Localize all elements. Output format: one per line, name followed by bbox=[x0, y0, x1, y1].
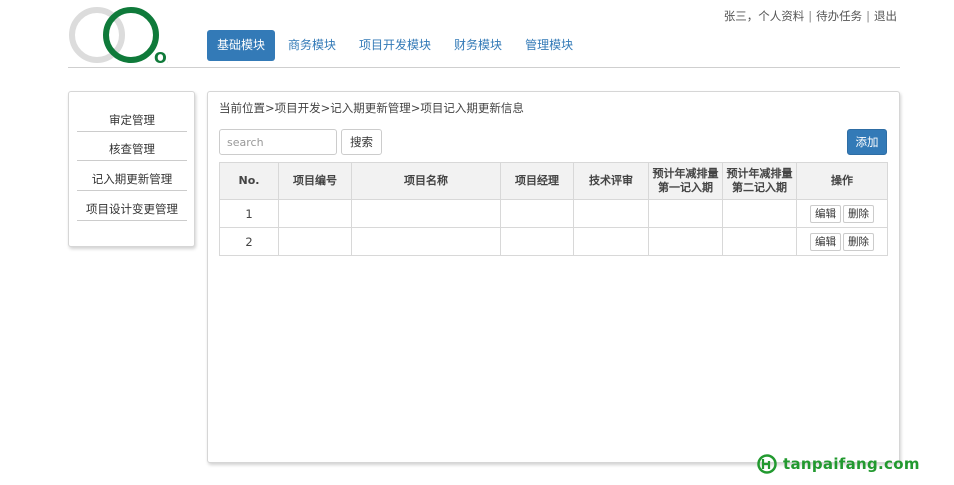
main-panel: 当前位置>项目开发>记入期更新管理>项目记入期更新信息 搜索 添加 No. 项目… bbox=[207, 91, 900, 463]
cell-no: 1 bbox=[219, 199, 279, 228]
watermark: tanpaifang.com bbox=[757, 454, 920, 474]
main-nav: 基础模块 商务模块 项目开发模块 财务模块 管理模块 bbox=[207, 30, 586, 61]
cell-reduction-second bbox=[722, 199, 797, 228]
watermark-text: tanpaifang.com bbox=[783, 455, 920, 473]
tanpaifang-logo-icon bbox=[757, 454, 777, 474]
sidebar-item-crediting-update[interactable]: 记入期更新管理 bbox=[77, 171, 187, 191]
delete-button[interactable]: 删除 bbox=[843, 232, 874, 251]
breadcrumb: 当前位置>项目开发>记入期更新管理>项目记入期更新信息 bbox=[219, 101, 524, 115]
nav-item-finance[interactable]: 财务模块 bbox=[444, 30, 512, 61]
col-header-code: 项目编号 bbox=[278, 162, 352, 200]
cell-reduction-first bbox=[648, 227, 723, 256]
project-table: No. 项目编号 项目名称 项目经理 技术评审 预计年减排量第一记入期 预计年减… bbox=[219, 162, 888, 256]
edit-button[interactable]: 编辑 bbox=[810, 204, 841, 223]
search-button[interactable]: 搜索 bbox=[341, 129, 382, 155]
add-button[interactable]: 添加 bbox=[847, 129, 887, 155]
col-header-reduction-first: 预计年减排量第一记入期 bbox=[648, 162, 723, 200]
nav-item-basic[interactable]: 基础模块 bbox=[207, 30, 276, 61]
table-header-row: No. 项目编号 项目名称 项目经理 技术评审 预计年减排量第一记入期 预计年减… bbox=[219, 162, 888, 200]
cell-review bbox=[573, 227, 649, 256]
col-header-reduction-second: 预计年减排量第二记入期 bbox=[722, 162, 797, 200]
cell-reduction-second bbox=[722, 227, 797, 256]
col-header-no: No. bbox=[219, 162, 279, 200]
cell-actions: 编辑 删除 bbox=[796, 199, 888, 228]
o2-logo-icon: O2 bbox=[69, 7, 177, 67]
user-name: 张三 bbox=[723, 9, 747, 23]
nav-item-project-dev[interactable]: 项目开发模块 bbox=[349, 30, 441, 61]
logo: O2 bbox=[68, 4, 177, 67]
nav-item-management[interactable]: 管理模块 bbox=[515, 30, 583, 61]
edit-button[interactable]: 编辑 bbox=[810, 232, 841, 251]
cell-review bbox=[573, 199, 649, 228]
col-header-manager: 项目经理 bbox=[500, 162, 574, 200]
sidebar-item-verification[interactable]: 核查管理 bbox=[77, 141, 187, 161]
cell-name bbox=[351, 227, 501, 256]
logo-subscript: O2 bbox=[154, 49, 168, 66]
sidebar: 审定管理 核查管理 记入期更新管理 项目设计变更管理 bbox=[68, 91, 195, 247]
user-bar: 张三，个人资料 | 待办任务 | 退出 bbox=[723, 9, 897, 23]
logout-link[interactable]: 退出 bbox=[874, 9, 897, 23]
delete-button[interactable]: 删除 bbox=[843, 204, 874, 223]
nav-item-business[interactable]: 商务模块 bbox=[278, 30, 346, 61]
sidebar-item-validation[interactable]: 审定管理 bbox=[77, 112, 187, 132]
cell-no: 2 bbox=[219, 227, 279, 256]
cell-reduction-first bbox=[648, 199, 723, 228]
sidebar-item-design-change[interactable]: 项目设计变更管理 bbox=[77, 201, 187, 221]
cell-actions: 编辑 删除 bbox=[796, 227, 888, 256]
col-header-name: 项目名称 bbox=[351, 162, 501, 200]
table-row: 1 编辑 删除 bbox=[219, 199, 888, 228]
profile-link[interactable]: 个人资料 bbox=[758, 9, 804, 23]
cell-name bbox=[351, 199, 501, 228]
table-row: 2 编辑 删除 bbox=[219, 227, 888, 256]
cell-manager bbox=[500, 199, 574, 228]
col-header-actions: 操作 bbox=[796, 162, 888, 200]
cell-manager bbox=[500, 227, 574, 256]
cell-code bbox=[278, 199, 352, 228]
search-input[interactable] bbox=[219, 129, 337, 155]
cell-code bbox=[278, 227, 352, 256]
header-divider bbox=[68, 67, 900, 68]
tasks-link[interactable]: 待办任务 bbox=[816, 9, 862, 23]
col-header-review: 技术评审 bbox=[573, 162, 649, 200]
